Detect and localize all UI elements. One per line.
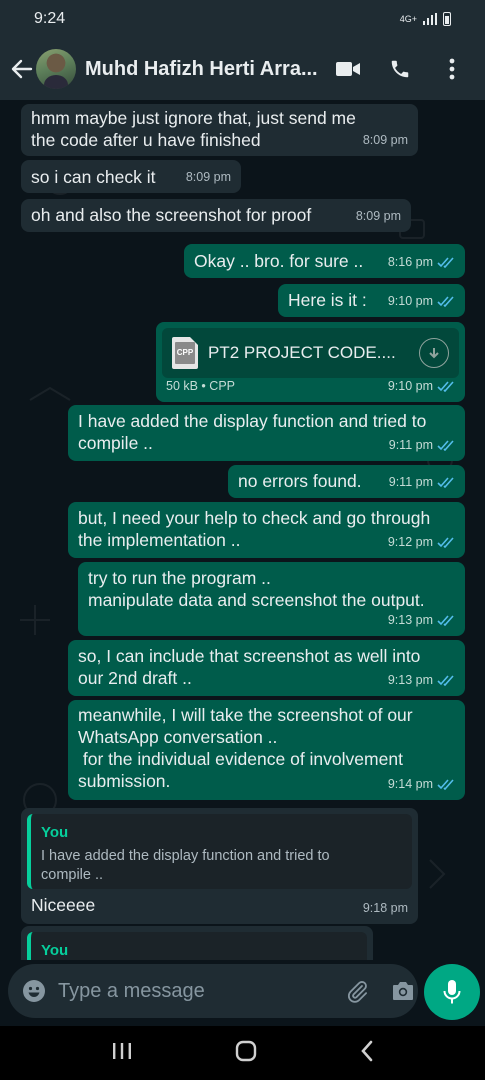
home-icon[interactable] [235,1040,257,1067]
quote-author: You [41,942,69,959]
message-time: 9:11 pm [389,471,455,493]
message-time: 9:13 pm [388,669,455,691]
message-time-label: 9:12 pm [387,535,433,549]
message-bubble-outgoing[interactable]: Okay .. bro. for sure .. 8:16 pm [184,244,465,278]
recent-apps-icon[interactable] [111,1042,133,1065]
read-ticks-icon [437,439,454,451]
document-card[interactable]: CPP PT2 PROJECT CODE.... [162,328,459,378]
message-time: 9:14 pm [388,773,455,795]
message-time-label: 9:14 pm [387,777,433,791]
chat-header: Muhd Hafizh Herti Arra... [0,38,485,100]
voice-call-icon[interactable] [387,56,413,82]
message-time: 9:18 pm [362,901,408,915]
signal-icon [423,13,437,25]
reply-message-bubble[interactable]: You [21,926,373,960]
system-nav-bar [0,1026,485,1080]
read-ticks-icon [437,778,454,790]
message-bubble-outgoing[interactable]: no errors found. 9:11 pm [228,465,465,498]
message-time: 9:11 pm [389,434,455,456]
message-bubble-incoming[interactable]: so i can check it 8:09 pm [21,160,241,193]
emoji-icon[interactable] [22,977,46,1005]
status-time: 9:24 [34,10,66,27]
avatar[interactable] [36,49,76,89]
cpp-file-icon: CPP [172,337,198,369]
message-bubble-outgoing[interactable]: try to run the program .. manipulate dat… [78,562,465,636]
status-icons: 4G+ [400,12,451,26]
download-icon[interactable] [419,338,449,368]
reply-message-bubble[interactable]: You I have added the display function an… [21,808,418,924]
read-ticks-icon [437,476,454,488]
contact-name[interactable]: Muhd Hafizh Herti Arra... [85,58,335,81]
chat-area[interactable]: hmm maybe just ignore that, just send me… [0,100,485,960]
message-time: 8:09 pm [362,133,408,147]
message-input-container[interactable] [8,964,418,1018]
document-message[interactable]: CPP PT2 PROJECT CODE.... 50 kB • CPP 9:1… [156,322,465,402]
message-time-label: 8:16 pm [387,255,433,269]
status-bar: 9:24 4G+ [0,0,485,38]
video-call-icon[interactable] [335,56,361,82]
message-bubble-incoming[interactable]: oh and also the screenshot for proof 8:0… [21,199,411,232]
more-options-icon[interactable] [439,56,465,82]
message-text: try to run the program .. manipulate dat… [88,568,425,610]
header-actions [335,56,465,82]
quote-text: I have added the display function and tr… [41,848,330,883]
message-time: 8:16 pm [388,251,455,273]
read-ticks-icon [437,295,454,307]
message-time: 9:12 pm [388,531,455,553]
message-time-label: 9:10 pm [387,379,433,393]
message-time-label: 9:11 pm [388,438,433,452]
attach-icon[interactable] [345,977,369,1005]
read-ticks-icon [437,614,454,626]
read-ticks-icon [437,536,454,548]
battery-icon [443,12,451,26]
message-time-label: 9:13 pm [387,613,433,627]
file-extension: CPP [174,342,196,364]
back-nav-icon[interactable] [360,1040,374,1067]
quoted-message[interactable]: You I have added the display function an… [27,814,412,889]
message-bubble-incoming[interactable]: hmm maybe just ignore that, just send me… [21,104,418,156]
camera-icon[interactable] [391,977,415,1005]
message-text: Niceeee [31,895,96,915]
message-time: 9:10 pm [388,375,455,397]
message-text: hmm maybe just ignore that, just send me… [31,108,356,150]
message-text: oh and also the screenshot for proof [31,205,312,225]
microphone-icon [443,980,461,1004]
file-name: PT2 PROJECT CODE.... [208,343,396,362]
message-input[interactable] [58,979,323,1003]
message-bubble-outgoing[interactable]: I have added the display function and tr… [68,405,465,461]
read-ticks-icon [437,380,454,392]
back-arrow-icon[interactable] [4,47,40,91]
file-meta: 50 kB • CPP [166,379,235,393]
quoted-message[interactable]: You [27,932,367,960]
network-type-icon: 4G+ [399,14,417,24]
message-time-label: 9:11 pm [388,475,433,489]
quote-author: You [41,824,69,841]
message-time: 8:09 pm [355,209,401,223]
message-input-bar [0,960,485,1026]
message-time: 9:10 pm [388,290,455,312]
read-ticks-icon [437,256,454,268]
message-bubble-outgoing[interactable]: Here is it : 9:10 pm [278,284,465,317]
message-bubble-outgoing[interactable]: meanwhile, I will take the screenshot of… [68,700,465,800]
message-time-label: 9:10 pm [387,294,433,308]
read-ticks-icon [437,674,454,686]
message-time-label: 9:13 pm [387,673,433,687]
message-time: 8:09 pm [185,170,231,184]
message-time: 9:13 pm [388,609,455,631]
message-bubble-outgoing[interactable]: so, I can include that screenshot as wel… [68,640,465,696]
voice-record-button[interactable] [424,964,480,1020]
message-bubble-outgoing[interactable]: but, I need your help to check and go th… [68,502,465,558]
